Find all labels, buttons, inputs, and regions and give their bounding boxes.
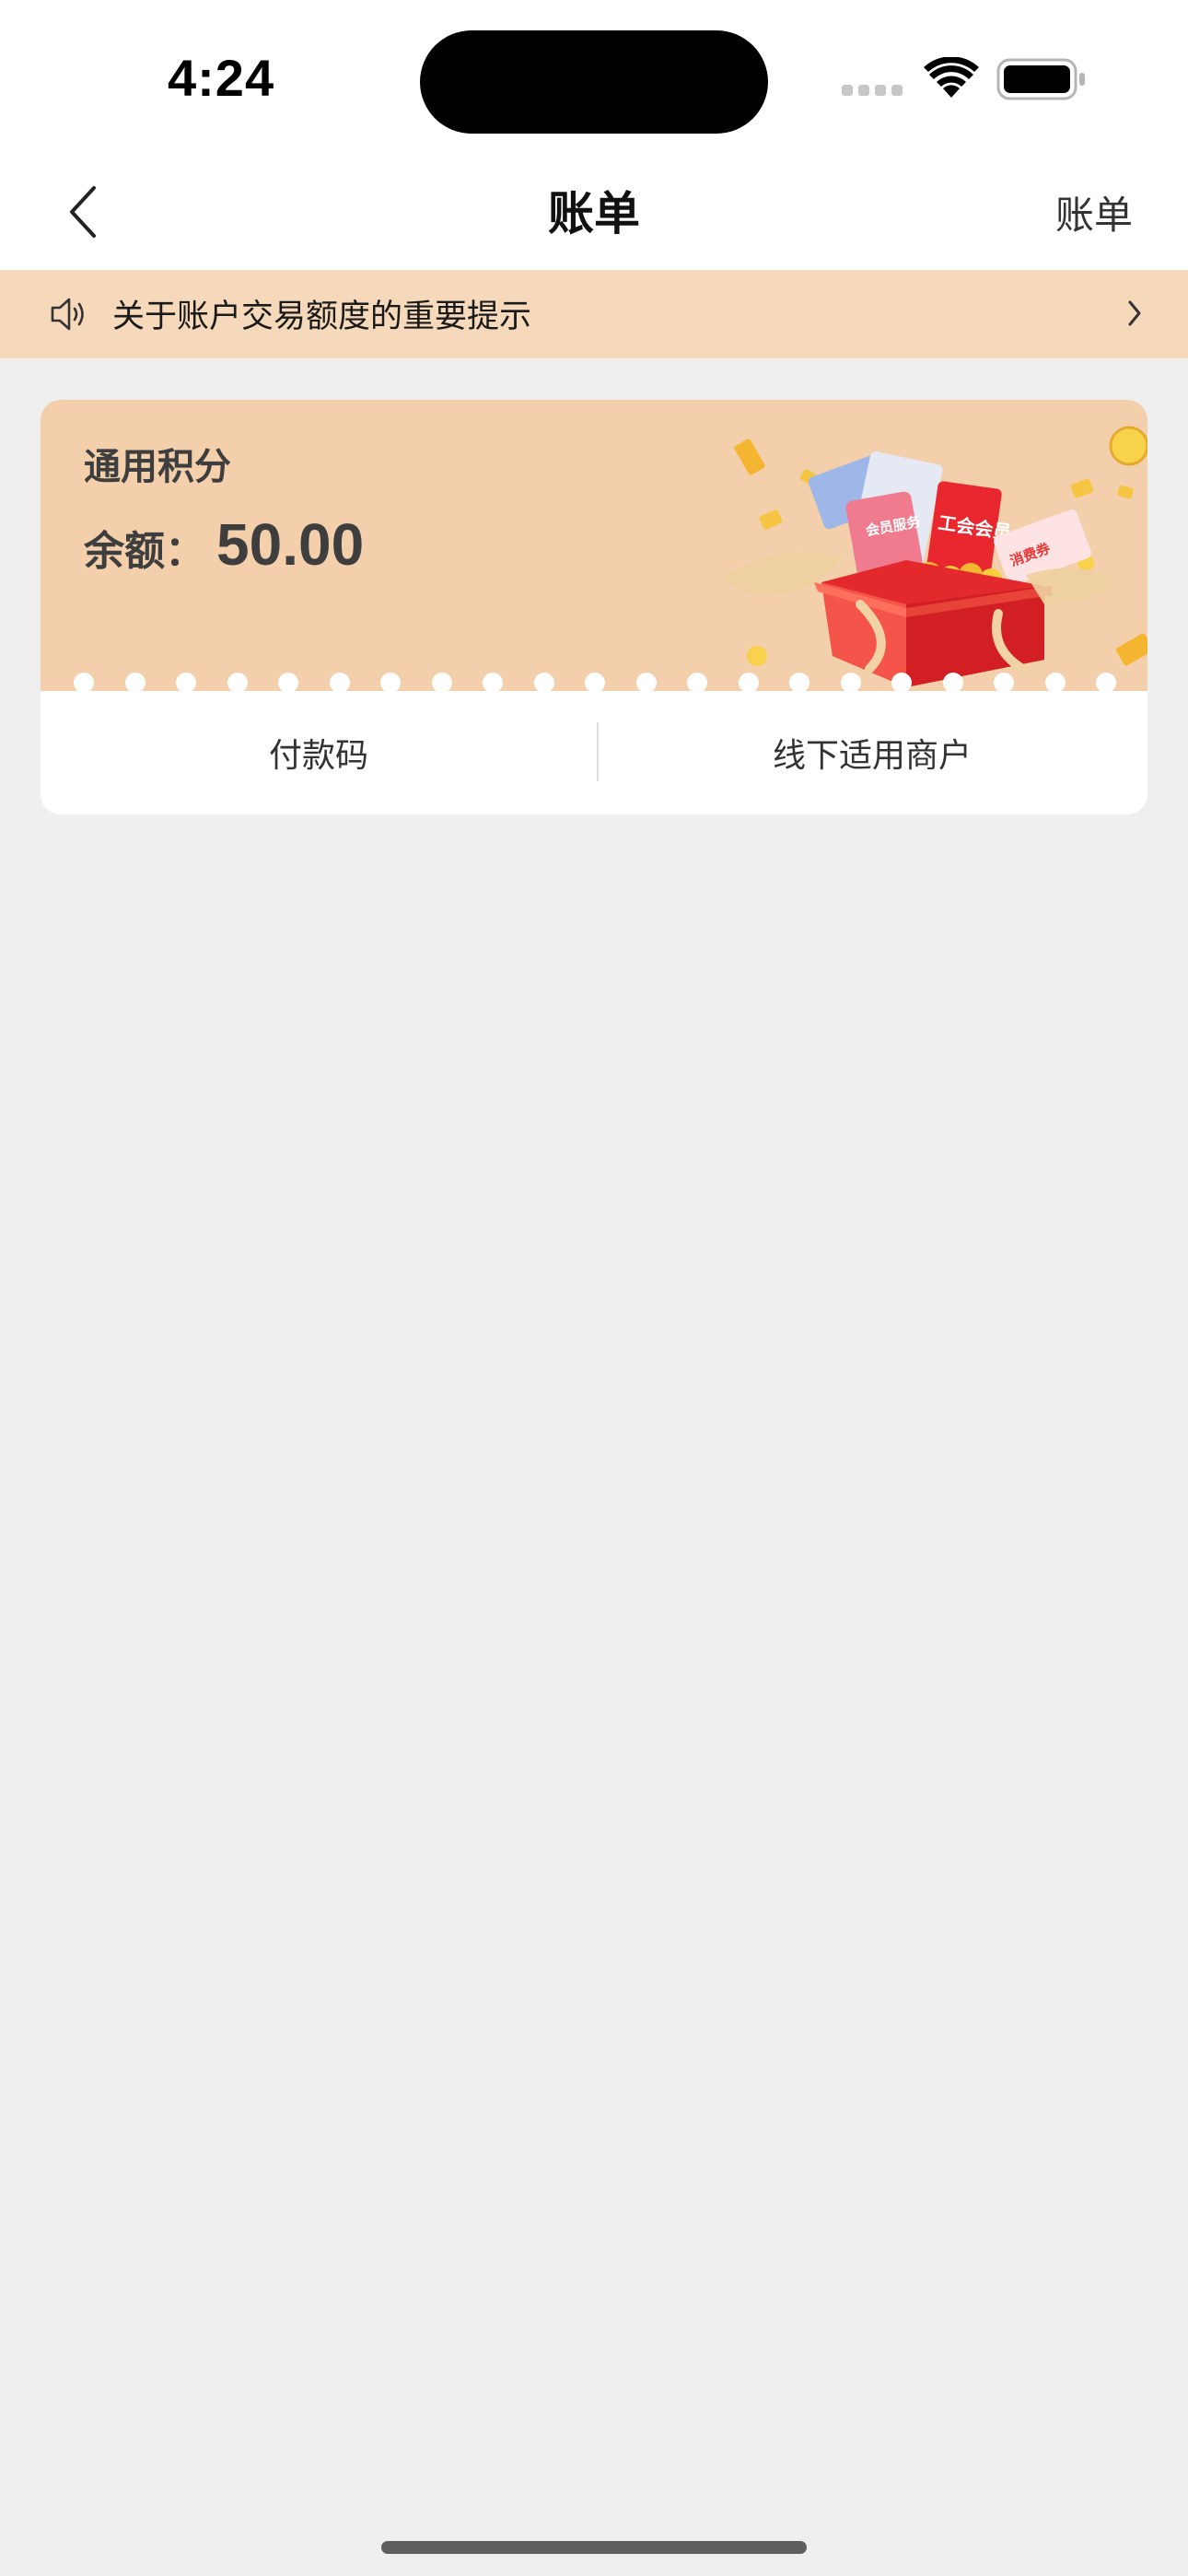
perforation-dot [891,673,912,693]
wifi-icon [924,57,979,98]
balance: 余额： 50.00 [84,510,364,579]
home-indicator[interactable] [381,2541,807,2554]
card-title: 通用积分 [84,446,231,488]
balance-label: 余额： [84,528,205,575]
perforation-dot [278,673,298,693]
perforation-dot [380,673,401,693]
perforation-dot [176,673,196,693]
battery-icon [996,58,1085,100]
balance-value: 50.00 [216,511,365,578]
perforation-dot [789,673,809,693]
perforation-dot [432,673,452,693]
signal-icon [842,85,903,96]
perforation-dot [1045,673,1066,693]
bill-link[interactable]: 账单 [1055,184,1133,240]
perforation-dot [687,673,707,693]
chevron-right-icon [1128,300,1141,326]
perforation-dot [330,673,350,693]
perforation-dot [483,673,503,693]
nav-bar: 账单 账单 [0,157,1188,270]
payment-code-button[interactable]: 付款码 [41,691,597,814]
perforation-dot [994,673,1014,693]
status-time: 4:24 [168,49,275,107]
perforation-dot [125,673,146,693]
perforation-dot [739,673,759,693]
perforation-dot [841,673,861,693]
card-actions: 付款码 线下适用商户 [41,691,1147,814]
page-title: 账单 [548,187,640,240]
points-card-header: 通用积分 余额： 50.00 会员服务 工会会员 消费券 [41,400,1147,691]
dynamic-island [420,30,768,134]
status-bar: 4:24 [0,0,1188,157]
perforation-dot [943,673,963,693]
perforation-dot [585,673,605,693]
perforation-dot [636,673,657,693]
perforation-dot [1096,673,1116,693]
gift-box-illustration: 会员服务 工会会员 消费券 [722,426,1147,687]
notice-banner[interactable]: 关于账户交易额度的重要提示 [0,270,1188,358]
perforation-dot [74,673,94,693]
perforation-dot [534,673,554,693]
perforation-dot [227,673,248,693]
speaker-icon [51,298,84,331]
points-card: 通用积分 余额： 50.00 会员服务 工会会员 消费券 付款码 线下适用商户 [41,400,1147,814]
notice-text: 关于账户交易额度的重要提示 [112,299,532,335]
offline-merchants-button[interactable]: 线下适用商户 [597,691,1147,814]
